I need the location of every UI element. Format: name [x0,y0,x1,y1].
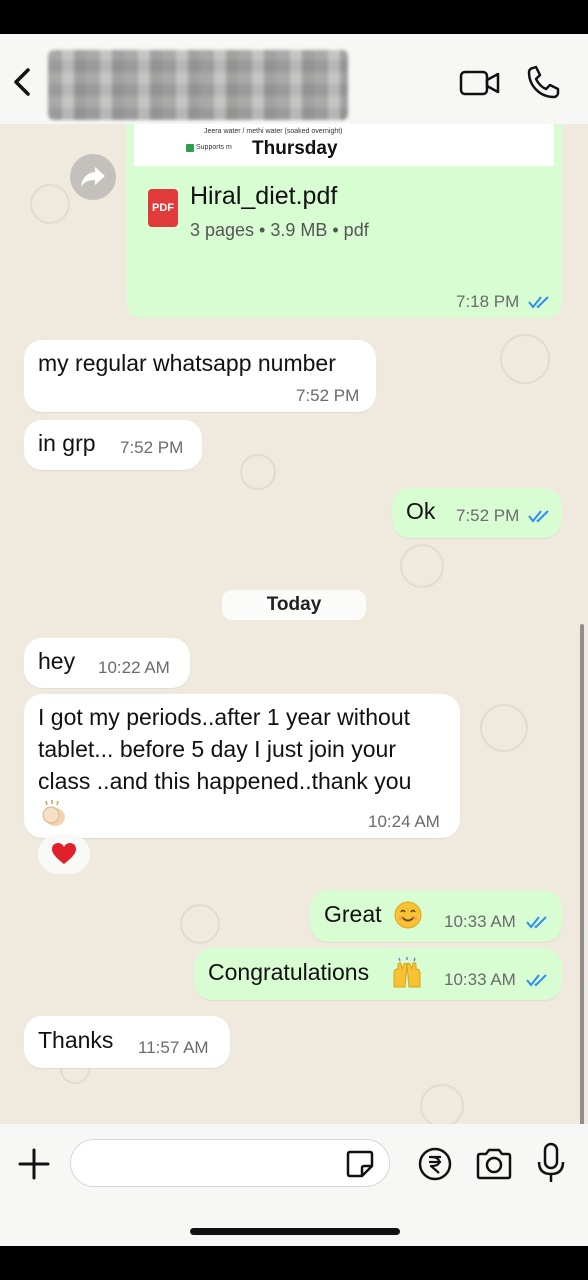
heart-icon [52,842,76,864]
message-time: 10:22 AM [98,658,170,677]
message-input[interactable] [70,1139,390,1187]
wallpaper-doodle [480,704,528,752]
message-time: 7:52 PM [456,506,520,525]
wallpaper-doodle [420,1084,464,1128]
phone-call-icon[interactable] [525,62,563,102]
read-receipt-icon [526,916,547,929]
message-time: 7:52 PM [120,438,184,457]
message-time: 7:18 PM [456,292,520,311]
outgoing-message[interactable]: Ok 7:52 PM [392,488,562,538]
scroll-indicator[interactable] [580,624,584,1154]
wallpaper-doodle [30,184,70,224]
incoming-message[interactable]: my regular whatsapp number 7:52 PM [24,340,376,412]
wallpaper-doodle [180,904,220,944]
message-time: 10:24 AM [368,812,440,831]
message-text: Ok [406,498,436,524]
preview-text: Supports m [196,144,232,151]
message-time: 10:33 AM [444,912,516,931]
preview-text: Jeera water / methi water (soaked overni… [204,128,343,135]
checkbox-icon [186,144,194,152]
incoming-message[interactable]: I got my periods..after 1 year without t… [24,694,460,838]
document-meta: 3 pages • 3.9 MB • pdf [190,220,369,240]
home-indicator[interactable] [190,1228,400,1235]
wallpaper-doodle [400,544,444,588]
outgoing-message[interactable]: Congratulations 10:33 AM [194,948,562,1000]
smiling-face-emoji [394,901,422,929]
message-text-line: I got my periods..after 1 year without [38,704,411,730]
heart-reaction[interactable] [38,834,90,874]
read-receipt-icon [528,510,549,523]
message-text: my regular whatsapp number [38,350,336,376]
incoming-message[interactable]: Thanks 11:57 AM [24,1016,230,1068]
day-label: Thursday [252,138,338,159]
forward-button[interactable] [70,154,116,200]
message-text: Great [324,901,382,927]
read-receipt-icon [526,974,547,987]
message-text: in grp [38,430,96,456]
document-preview[interactable]: Jeera water / methi water (soaked overni… [134,124,554,166]
message-time: 7:52 PM [296,386,360,405]
read-receipt-icon [528,296,549,309]
contact-name-blurred[interactable] [48,50,348,120]
document-message[interactable]: Jeera water / methi water (soaked overni… [126,124,562,318]
camera-icon[interactable] [474,1146,514,1182]
incoming-message[interactable]: in grp 7:52 PM [24,420,202,470]
outgoing-message[interactable]: Great 10:33 AM [310,890,562,942]
date-separator: Today [222,590,366,620]
message-text: Thanks [38,1027,114,1053]
message-text: Congratulations [208,959,370,985]
back-arrow-icon[interactable] [8,62,38,102]
video-call-icon[interactable] [458,64,502,100]
raising-hands-emoji [393,957,421,988]
chat-header [0,34,588,124]
input-bar [0,1124,588,1246]
message-text-line: tablet... before 5 day I just join your [38,736,396,762]
sticker-icon[interactable] [344,1148,376,1180]
plus-icon[interactable] [16,1146,52,1182]
pdf-file-icon: PDF [148,189,178,227]
chat-screen: Jeera water / methi water (soaked overni… [0,34,588,1246]
document-file-name[interactable]: Hiral_diet.pdf [190,182,337,211]
message-text: hey [38,648,76,674]
rupee-icon[interactable] [417,1146,453,1182]
message-text-line: class ..and this happened..thank you [38,768,412,794]
microphone-icon[interactable] [536,1142,566,1184]
forward-arrow-icon [81,167,105,187]
message-time: 10:33 AM [444,970,516,989]
incoming-message[interactable]: hey 10:22 AM [24,638,190,688]
wallpaper-doodle [240,454,276,490]
wallpaper-doodle [500,334,550,384]
message-time: 11:57 AM [138,1038,209,1057]
clapping-hands-emoji [42,800,65,826]
message-list[interactable]: Jeera water / methi water (soaked overni… [0,124,588,1154]
